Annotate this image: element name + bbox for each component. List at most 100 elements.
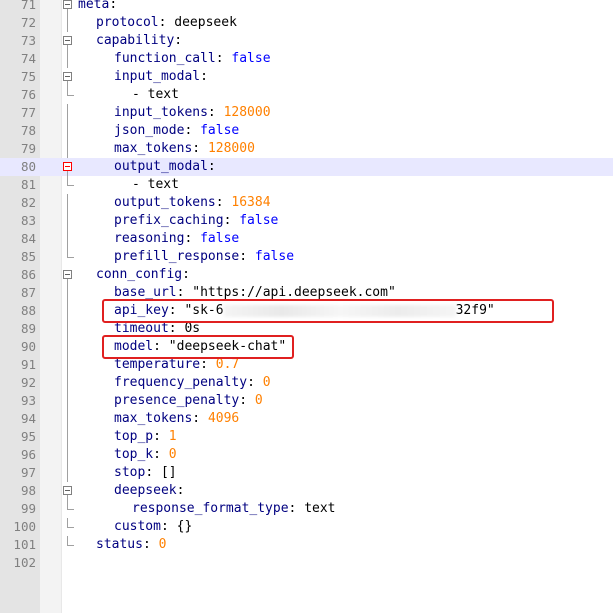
editor-line[interactable]: 71 meta: — [0, 0, 613, 14]
yaml-key: max_tokens — [114, 411, 193, 426]
fold-toggle-icon[interactable] — [63, 162, 72, 171]
fold-guide — [67, 428, 68, 446]
code-editor[interactable]: 71 meta: 72 protocol: deepseek 73 capability:… — [0, 0, 613, 613]
line-number: 83 — [20, 213, 36, 228]
fold-end-marker — [67, 86, 74, 96]
line-number: 85 — [20, 249, 36, 264]
code-text: conn_config: — [96, 267, 190, 282]
editor-line[interactable]: 85 prefill_response: false — [0, 248, 613, 266]
editor-line[interactable]: 94 max_tokens: 4096 — [0, 410, 613, 428]
editor-line[interactable]: 102 — [0, 554, 613, 572]
fold-toggle-icon[interactable] — [63, 36, 72, 45]
editor-line[interactable]: 100 custom: {} — [0, 518, 613, 536]
code-text: output_modal: — [114, 159, 216, 174]
editor-line[interactable]: 99 response_format_type: text — [0, 500, 613, 518]
fold-toggle-icon[interactable] — [63, 0, 72, 9]
yaml-key: max_tokens — [114, 141, 193, 156]
yaml-key: protocol — [96, 15, 159, 30]
editor-line[interactable]: 83 prefix_caching: false — [0, 212, 613, 230]
yaml-value: text — [304, 501, 336, 516]
yaml-key: output_modal — [114, 159, 208, 174]
fold-guide — [67, 284, 68, 302]
line-number: 80 — [20, 159, 36, 174]
fold-guide — [67, 212, 68, 230]
yaml-value: false — [200, 123, 240, 138]
editor-line[interactable]: 101 status: 0 — [0, 536, 613, 554]
line-number: 88 — [20, 303, 36, 318]
line-number: 86 — [20, 267, 36, 282]
yaml-key: output_tokens — [114, 195, 216, 210]
yaml-value: 128000 — [207, 141, 255, 156]
editor-line[interactable]: 76 - text — [0, 86, 613, 104]
line-number: 100 — [13, 519, 36, 534]
editor-line[interactable]: 95 top_p: 1 — [0, 428, 613, 446]
fold-guide — [67, 50, 68, 68]
yaml-value: 16384 — [231, 195, 271, 210]
editor-line[interactable]: 74 function_call: false — [0, 50, 613, 68]
yaml-value: 0 — [254, 393, 263, 408]
fold-guide — [67, 14, 68, 32]
code-text: frequency_penalty: 0 — [114, 375, 271, 390]
line-number: 84 — [20, 231, 36, 246]
line-number: 72 — [20, 15, 36, 30]
yaml-value: 1 — [168, 429, 177, 444]
yaml-key: function_call — [114, 51, 216, 66]
yaml-key: custom — [114, 519, 161, 534]
code-text: custom: {} — [114, 519, 193, 534]
code-text: - text — [132, 86, 179, 104]
editor-line[interactable]: 93 presence_penalty: 0 — [0, 392, 613, 410]
line-number: 81 — [20, 177, 36, 192]
line-number: 98 — [20, 483, 36, 498]
editor-line[interactable]: 81 - text — [0, 176, 613, 194]
editor-line[interactable]: 97 stop: [] — [0, 464, 613, 482]
yaml-value: 4096 — [207, 411, 240, 426]
editor-line[interactable]: 72 protocol: deepseek — [0, 14, 613, 32]
code-text: function_call: false — [114, 51, 271, 66]
fold-guide — [67, 446, 68, 464]
yaml-key: capability — [96, 33, 175, 48]
editor-line[interactable]: 90 model: "deepseek-chat" — [0, 338, 613, 356]
fold-guide — [67, 230, 68, 248]
yaml-key: frequency_penalty — [114, 375, 248, 390]
yaml-key: prefill_response — [114, 249, 240, 264]
yaml-value: false — [200, 231, 240, 246]
code-text: top_k: 0 — [114, 447, 177, 462]
fold-guide — [67, 122, 68, 140]
editor-line[interactable]: 84 reasoning: false — [0, 230, 613, 248]
yaml-value: 0s — [184, 321, 201, 336]
fold-guide — [67, 410, 68, 428]
editor-line[interactable]: 75 input_modal: — [0, 68, 613, 86]
yaml-value: 0 — [262, 375, 271, 390]
fold-toggle-icon[interactable] — [63, 486, 72, 495]
line-number: 92 — [20, 375, 36, 390]
yaml-value: - text — [132, 87, 179, 102]
yaml-key: input_modal — [114, 69, 201, 84]
line-number: 71 — [20, 0, 36, 12]
fold-toggle-icon[interactable] — [63, 270, 72, 279]
editor-line[interactable]: 82 output_tokens: 16384 — [0, 194, 613, 212]
line-number: 91 — [20, 357, 36, 372]
fold-toggle-icon[interactable] — [63, 72, 72, 81]
editor-line[interactable]: 78 json_mode: false — [0, 122, 613, 140]
fold-guide — [67, 302, 68, 320]
yaml-value: 0 — [158, 537, 167, 552]
fold-guide — [67, 140, 68, 158]
editor-line[interactable]: 80 output_modal: — [0, 158, 613, 176]
fold-end-marker — [67, 500, 74, 510]
editor-line[interactable]: 86 conn_config: — [0, 266, 613, 284]
yaml-key: conn_config — [96, 267, 183, 282]
line-number: 99 — [20, 501, 36, 516]
editor-line[interactable]: 98 deepseek: — [0, 482, 613, 500]
editor-line[interactable]: 92 frequency_penalty: 0 — [0, 374, 613, 392]
code-text: capability: — [96, 33, 183, 48]
editor-line[interactable]: 91 temperature: 0.7 — [0, 356, 613, 374]
yaml-key: top_p — [114, 429, 154, 444]
editor-line[interactable]: 73 capability: — [0, 32, 613, 50]
code-text: reasoning: false — [114, 231, 240, 246]
api-key-highlight — [102, 299, 554, 323]
editor-line[interactable]: 96 top_k: 0 — [0, 446, 613, 464]
editor-line[interactable]: 79 max_tokens: 128000 — [0, 140, 613, 158]
editor-line[interactable]: 77 input_tokens: 128000 — [0, 104, 613, 122]
line-number: 89 — [20, 321, 36, 336]
code-text: input_tokens: 128000 — [114, 105, 271, 120]
